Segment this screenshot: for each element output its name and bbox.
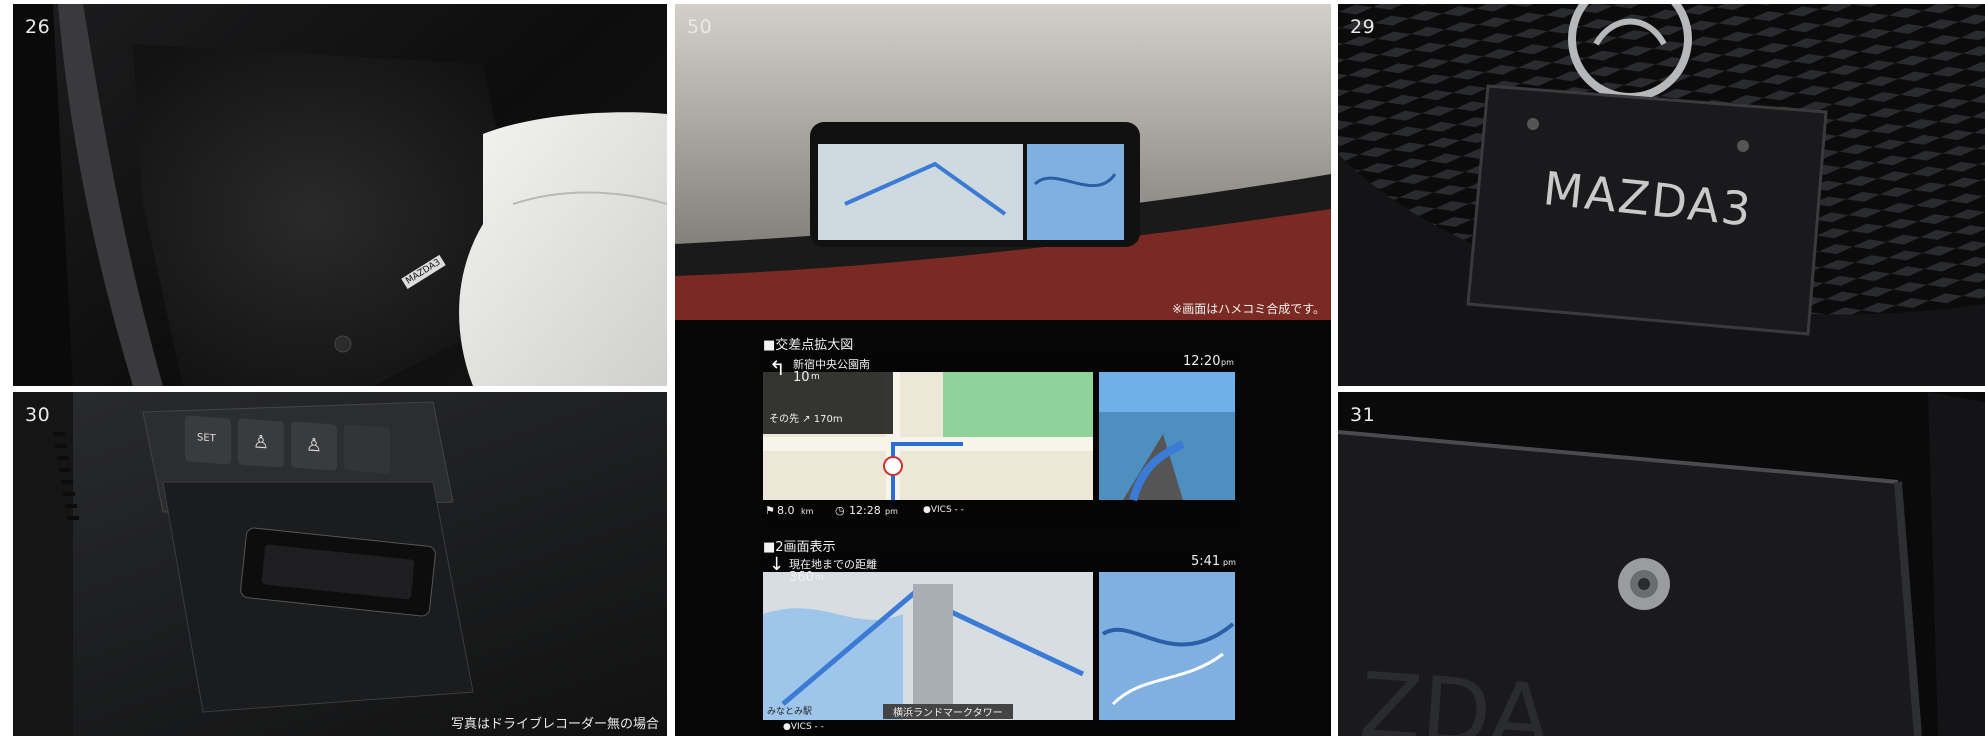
blank-switch[interactable] xyxy=(344,424,390,474)
clock-time: 5:41 xyxy=(1191,554,1221,569)
flag-icon: ⚑ xyxy=(765,504,775,517)
plate-letters-fragment: ZDA xyxy=(1356,653,1554,736)
down-arrow-icon: ↓ xyxy=(769,554,785,575)
clock-ampm: pm xyxy=(1223,558,1236,567)
seat-icon: ♙ xyxy=(305,434,323,457)
license-plate-frame-photo: MAZDA3 29 xyxy=(1338,4,1985,386)
composite-note: ※画面はハメコミ合成です。 xyxy=(1172,302,1325,316)
split-view-title: ■2画面表示 xyxy=(763,540,836,555)
seat-memory-1-button[interactable]: ♙ xyxy=(238,418,284,468)
dashboard-photo xyxy=(675,4,1331,320)
item-number: 31 xyxy=(1350,404,1376,426)
next-turn-info: その先 ↗ 170m xyxy=(769,414,843,425)
seat-memory-set-button[interactable]: SET xyxy=(185,415,231,465)
item-number: 30 xyxy=(25,404,51,426)
floor-mat-illustration xyxy=(13,4,667,386)
set-button-label: SET xyxy=(197,432,216,445)
intersection-map-graphic xyxy=(763,372,1235,502)
item-number: 26 xyxy=(25,16,51,38)
distance-unit: m xyxy=(815,573,824,583)
photo-caption: 写真はドライブレコーダー無の場合 xyxy=(450,717,659,732)
distance-value: 10 xyxy=(793,370,810,385)
remaining-unit: km xyxy=(801,507,814,516)
intersection-map: ↰ 新宿中央公園南 10 m その先 ↗ 170m 12:20 pm ⚑ 8.0… xyxy=(763,354,1239,524)
clock-icon: ◷ xyxy=(835,504,845,517)
split-map: ↓ 現在地までの距離 360 m 5:41 pm みなとみ駅 横浜ランドマークタ… xyxy=(763,554,1239,734)
switch-panel-illustration xyxy=(13,392,474,736)
switch-panel-photo: SET ♙ ♙ 30 写真はドライブレコーダー無の場合 xyxy=(13,392,667,736)
remaining-distance: 8.0 xyxy=(777,504,795,517)
distance-unit: m xyxy=(811,372,820,382)
clock-ampm: pm xyxy=(1221,358,1234,367)
seat-memory-2-button[interactable]: ♙ xyxy=(291,421,337,471)
seat-icon: ♙ xyxy=(252,431,270,454)
plate-lock-bolt-photo: ZDA 31 xyxy=(1338,392,1985,736)
vics-status: ●VICS - - xyxy=(923,505,964,515)
item-number: 50 xyxy=(687,16,713,38)
landmark-label: 横浜ランドマークタワー xyxy=(883,704,1013,719)
item-number: 29 xyxy=(1350,16,1376,38)
distance-value: 360 xyxy=(789,570,814,585)
navigation-panel: 50 ※画面はハメコミ合成です。 ■交差点拡大図 ↰ 新宿中央公園南 10 m … xyxy=(675,4,1331,736)
clock-time: 12:20 xyxy=(1183,354,1221,369)
intersection-view-title: ■交差点拡大図 xyxy=(763,338,854,353)
lock-bolt-illustration: ZDA xyxy=(1338,392,1985,736)
station-label: みなとみ駅 xyxy=(767,707,813,717)
vics-status: ●VICS - - xyxy=(783,722,824,732)
arrival-time: 12:28 xyxy=(849,504,881,517)
floor-mat-photo: MAZDA3 26 xyxy=(13,4,667,386)
turn-left-icon: ↰ xyxy=(769,356,786,380)
arrival-ampm: pm xyxy=(885,507,898,516)
